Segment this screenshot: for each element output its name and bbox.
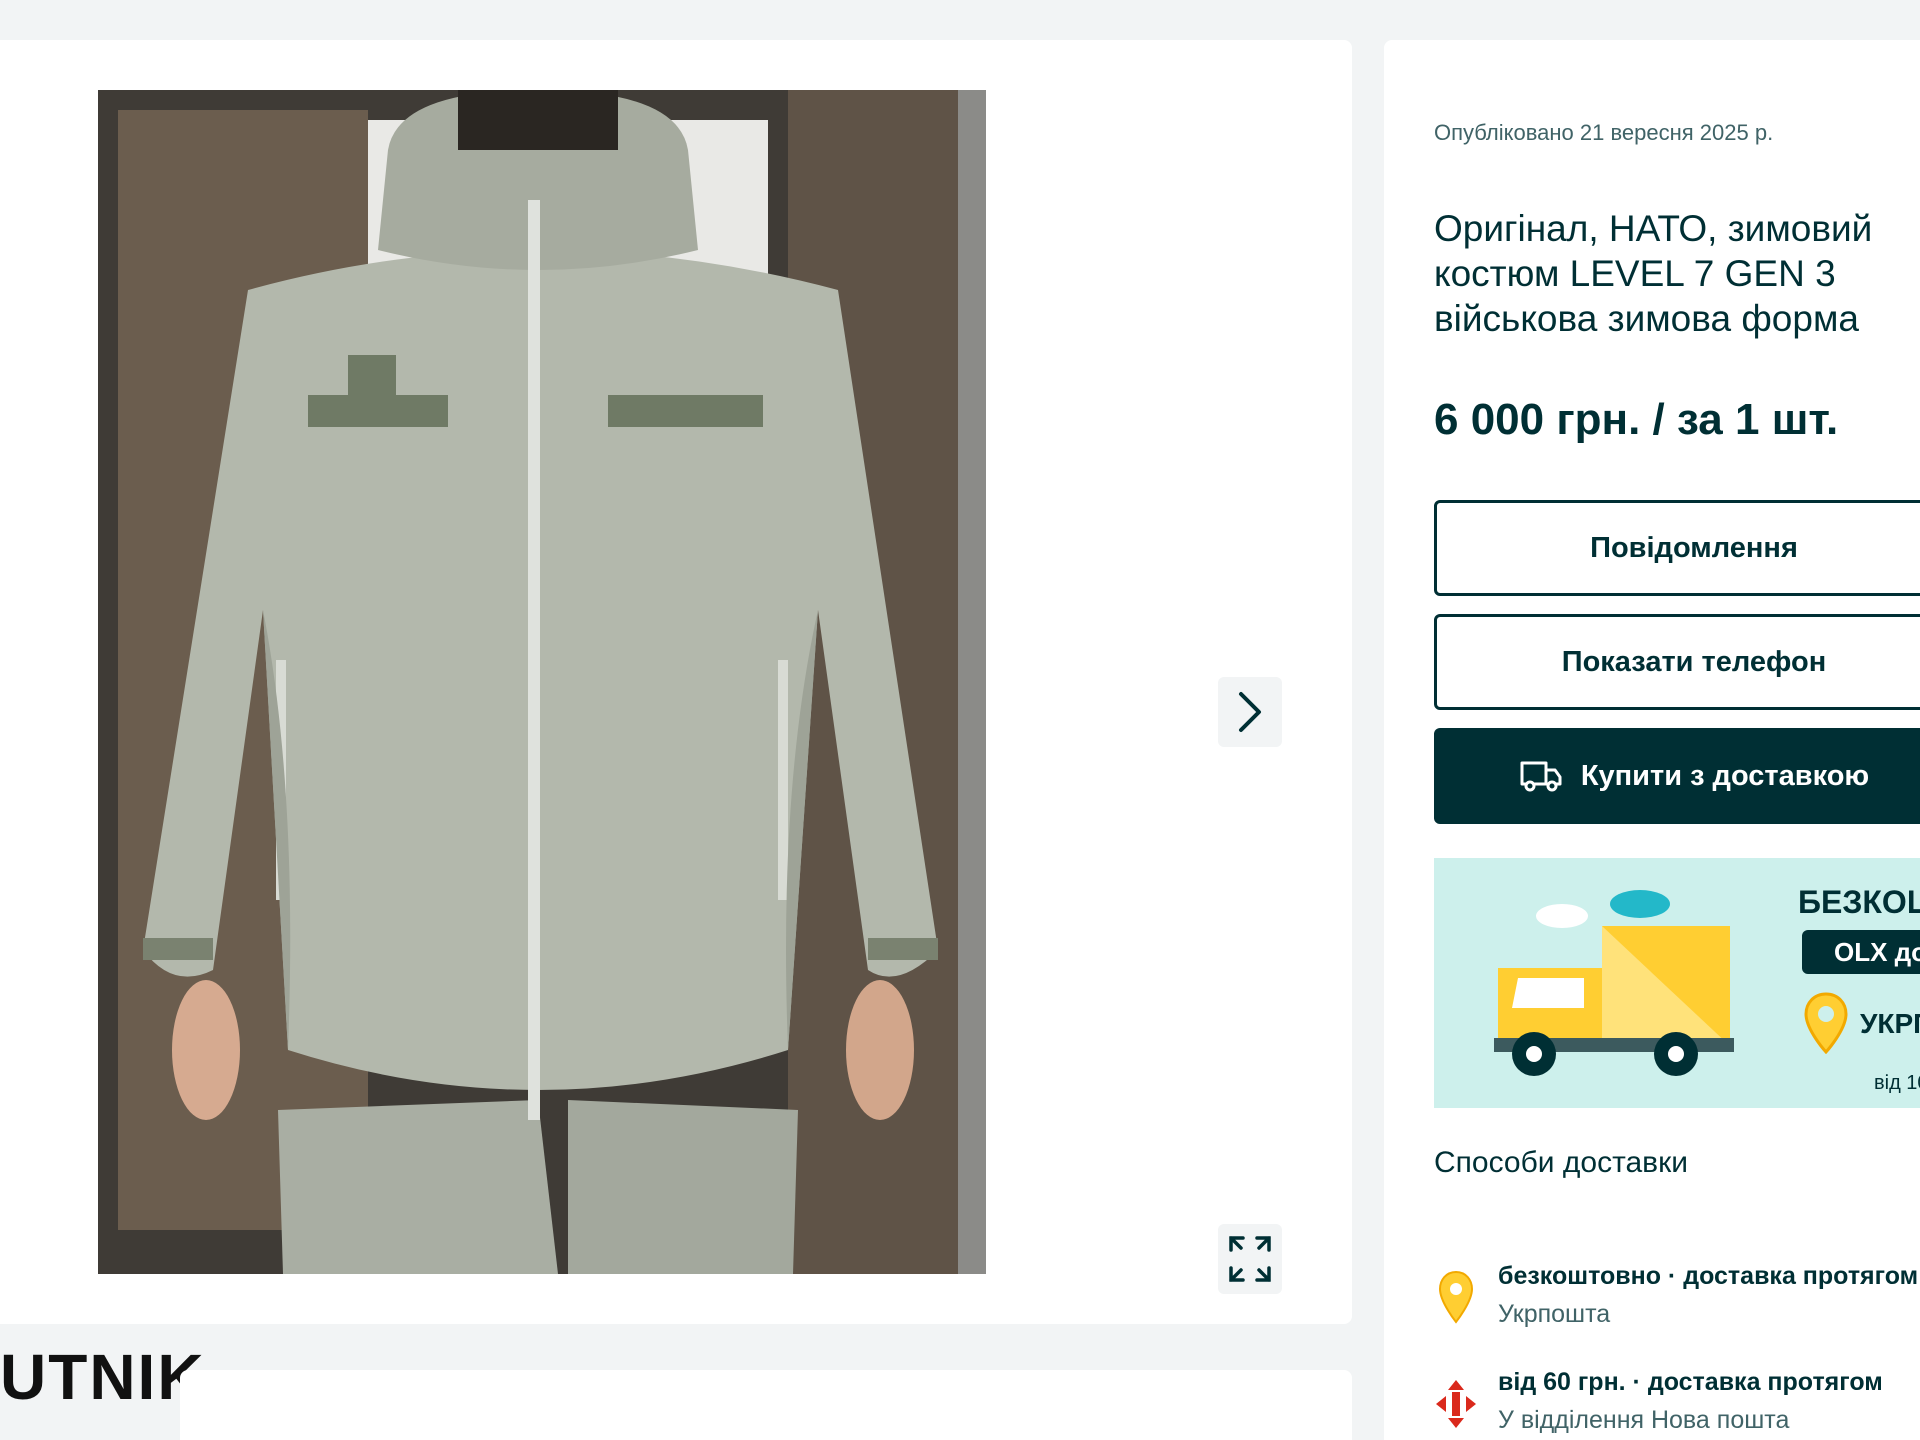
- listing-details-card: Опубліковано 21 вересня 2025 р. Оригінал…: [1384, 40, 1920, 1440]
- promo-headline: БЕЗКОШТОВНА: [1798, 884, 1920, 920]
- description-card: [180, 1370, 1352, 1440]
- ukrposhta-pin-icon: [1804, 992, 1848, 1054]
- promo-carrier: УКРПОШТА: [1860, 1008, 1920, 1039]
- site-watermark: UTNIK: [0, 1341, 206, 1413]
- ukrposhta-pin-icon: [1438, 1270, 1474, 1324]
- message-button-label: Повідомлення: [1590, 531, 1798, 564]
- show-phone-label: Показати телефон: [1561, 645, 1827, 678]
- listing-title: Оригінал, НАТО, зимовий костюм LEVEL 7 G…: [1434, 208, 1873, 339]
- delivery-methods-title: Способи доставки: [1434, 1146, 1688, 1179]
- delivery-truck-icon: [1520, 761, 1562, 792]
- expand-icon: [1229, 1236, 1271, 1282]
- listing-photo[interactable]: [98, 90, 986, 1274]
- jacket-photo-illustration: [98, 90, 986, 1274]
- olx-delivery-badge: OLX доставка: [1802, 930, 1920, 974]
- fullscreen-button[interactable]: [1218, 1224, 1282, 1294]
- show-phone-button[interactable]: Показати телефон: [1434, 614, 1920, 710]
- delivery-option-carrier: У відділення Нова пошта: [1498, 1406, 1790, 1434]
- buy-with-delivery-button[interactable]: Купити з доставкою: [1434, 728, 1920, 824]
- published-date: Опубліковано 21 вересня 2025 р.: [1434, 120, 1774, 145]
- chevron-right-icon: [1239, 692, 1261, 732]
- free-delivery-banner[interactable]: БЕЗКОШТОВНА OLX доставка УКРПОШТА від 10…: [1434, 858, 1920, 1108]
- nova-poshta-icon: [1436, 1380, 1476, 1428]
- buy-with-delivery-label: Купити з доставкою: [1580, 759, 1870, 792]
- delivery-option-price: від 60 грн. · доставка протягом: [1498, 1368, 1883, 1396]
- delivery-option-carrier: Укрпошта: [1498, 1300, 1611, 1328]
- next-photo-button[interactable]: [1218, 677, 1282, 747]
- gallery-card: [0, 40, 1352, 1324]
- delivery-option-price: безкоштовно · доставка протягом: [1498, 1262, 1919, 1290]
- message-button[interactable]: Повідомлення: [1434, 500, 1920, 596]
- listing-price: 6 000 грн. / за 1 шт.: [1434, 395, 1839, 444]
- promo-min-price: від 100 грн: [1874, 1072, 1920, 1094]
- truck-illustration: [1494, 890, 1734, 1076]
